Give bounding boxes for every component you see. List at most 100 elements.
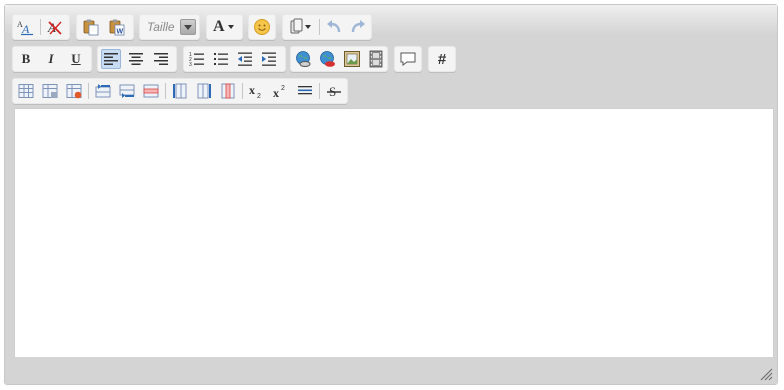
- insert-link-button[interactable]: [294, 49, 314, 69]
- format-text-button[interactable]: A A: [15, 17, 35, 37]
- svg-text:2: 2: [281, 85, 285, 92]
- insert-group: [290, 46, 388, 72]
- outdent-button[interactable]: [235, 49, 255, 69]
- font-color-button[interactable]: A: [211, 17, 239, 37]
- separator: [40, 19, 41, 35]
- delete-column-icon: [221, 83, 235, 99]
- attachment-button[interactable]: [287, 17, 313, 37]
- svg-text:3: 3: [189, 62, 192, 67]
- insert-column-before-button[interactable]: [170, 81, 190, 101]
- chevron-down-icon[interactable]: [180, 19, 196, 35]
- insert-image-button[interactable]: [342, 49, 362, 69]
- insert-column-after-button[interactable]: [194, 81, 214, 101]
- row-before-icon: [95, 84, 111, 98]
- svg-text:x: x: [273, 86, 279, 99]
- remove-format-button[interactable]: A: [45, 17, 65, 37]
- ordered-list-button[interactable]: 1 2 3: [187, 49, 207, 69]
- paste-button[interactable]: [81, 17, 101, 37]
- speech-bubble-icon: [400, 52, 416, 66]
- film-icon: [369, 50, 383, 68]
- delete-table-icon: [66, 84, 82, 99]
- align-left-icon: [104, 53, 118, 65]
- chevron-down-icon: [305, 25, 311, 29]
- table-properties-button[interactable]: [40, 81, 60, 101]
- image-icon: [344, 51, 360, 67]
- horizontal-rule-button[interactable]: [295, 81, 315, 101]
- redo-icon: [351, 20, 365, 33]
- table-properties-icon: [42, 84, 58, 98]
- editor-content-area[interactable]: [14, 108, 774, 358]
- indent-icon: [262, 52, 276, 66]
- italic-button[interactable]: I: [41, 49, 61, 69]
- smiley-icon: [254, 19, 270, 35]
- indent-button[interactable]: [259, 49, 279, 69]
- paperclip-icon: [290, 18, 303, 34]
- anchor-group: #: [428, 46, 456, 72]
- emoticon-group: [248, 14, 276, 40]
- separator: [165, 83, 166, 99]
- remove-link-button[interactable]: [318, 49, 338, 69]
- insert-media-button[interactable]: [366, 49, 386, 69]
- ordered-list-icon: 1 2 3: [189, 52, 204, 67]
- history-group: [282, 14, 372, 40]
- insert-row-after-button[interactable]: [117, 81, 137, 101]
- anchor-button[interactable]: #: [432, 49, 452, 69]
- row-after-icon: [119, 84, 135, 98]
- comment-button[interactable]: [398, 49, 418, 69]
- bullet-list-icon: [214, 53, 228, 65]
- alignment-group: [97, 46, 177, 72]
- subscript-button[interactable]: x 2: [247, 81, 267, 101]
- paste-word-icon: W: [109, 19, 125, 36]
- align-center-button[interactable]: [126, 49, 146, 69]
- paste-group: W: [76, 14, 134, 40]
- bold-letter: B: [21, 51, 31, 66]
- separator: [319, 19, 320, 35]
- font-size-label: Taille: [147, 20, 175, 34]
- unlink-icon: [320, 51, 335, 67]
- italic-letter: I: [48, 51, 54, 66]
- table-group: x 2 x 2: [12, 78, 348, 104]
- column-after-icon: [197, 83, 211, 99]
- paste-icon: [83, 19, 99, 36]
- outdent-icon: [238, 52, 252, 66]
- insert-table-button[interactable]: [16, 81, 36, 101]
- separator: [88, 83, 89, 99]
- table-icon: [18, 84, 34, 98]
- delete-column-button[interactable]: [218, 81, 238, 101]
- hash-icon: #: [437, 50, 447, 68]
- redo-button[interactable]: [348, 17, 368, 37]
- font-color-group: A: [206, 14, 243, 40]
- insert-row-before-button[interactable]: [93, 81, 113, 101]
- column-before-icon: [173, 83, 187, 99]
- resize-handle-icon[interactable]: [759, 367, 773, 381]
- align-center-icon: [129, 53, 143, 65]
- font-size-select[interactable]: Taille: [142, 17, 198, 37]
- unordered-list-button[interactable]: [211, 49, 231, 69]
- delete-row-button[interactable]: [141, 81, 161, 101]
- emoticon-button[interactable]: [252, 17, 272, 37]
- horizontal-rule-icon: [298, 86, 312, 95]
- bold-button[interactable]: B: [16, 49, 36, 69]
- align-right-button[interactable]: [151, 49, 171, 69]
- delete-table-button[interactable]: [64, 81, 84, 101]
- link-icon: [296, 51, 311, 67]
- paste-word-button[interactable]: W: [107, 17, 127, 37]
- list-group: 1 2 3: [183, 46, 286, 72]
- comment-group: [394, 46, 422, 72]
- underline-button[interactable]: U: [66, 49, 86, 69]
- format-group: A A A: [12, 14, 70, 40]
- strikethrough-icon: S: [327, 84, 341, 99]
- align-left-button[interactable]: [101, 49, 121, 69]
- separator: [242, 83, 243, 99]
- chevron-down-icon: [227, 25, 234, 29]
- editor-status-bar: [5, 357, 777, 384]
- svg-text:2: 2: [257, 93, 261, 99]
- undo-icon: [327, 20, 341, 33]
- underline-letter: U: [71, 51, 81, 66]
- strikethrough-button[interactable]: S: [324, 81, 344, 101]
- superscript-icon: x 2: [273, 85, 285, 99]
- undo-button[interactable]: [324, 17, 344, 37]
- superscript-button[interactable]: x 2: [271, 81, 291, 101]
- text-style-group: B I U: [12, 46, 92, 72]
- delete-row-icon: [143, 84, 159, 98]
